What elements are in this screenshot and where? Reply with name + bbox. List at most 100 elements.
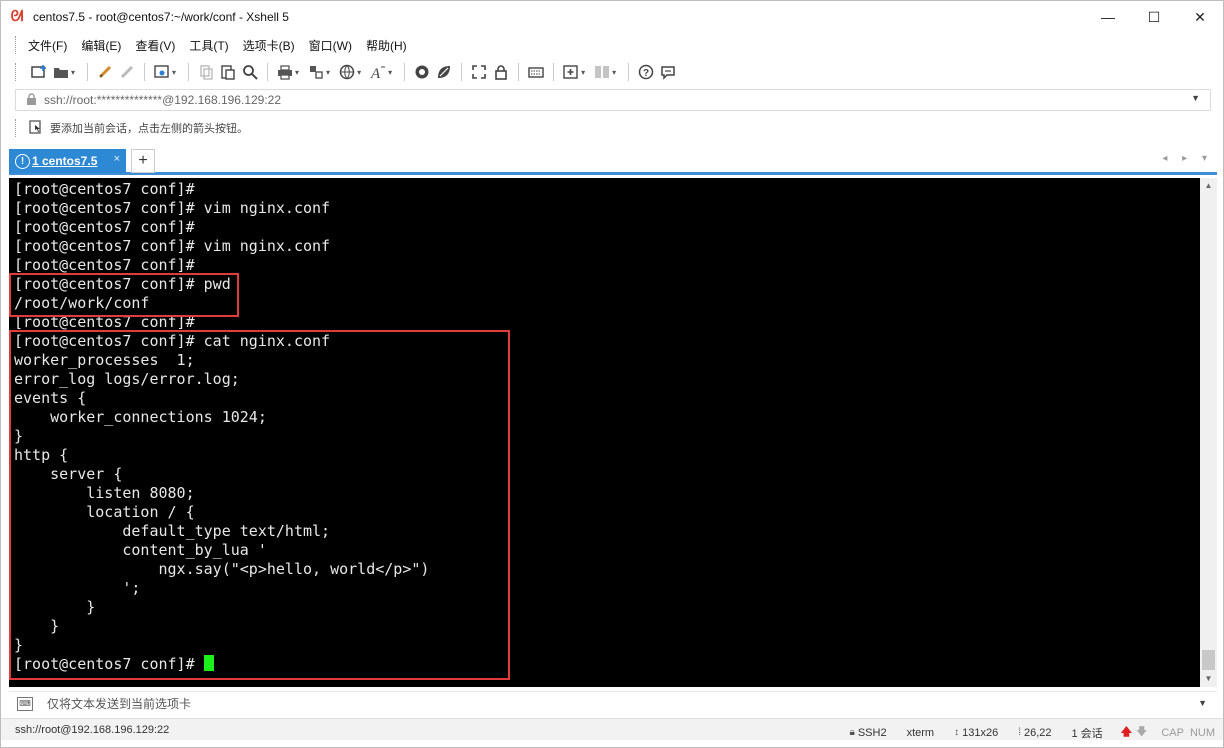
terminal-line-text: [root@centos7 conf]# bbox=[14, 256, 195, 274]
terminal-line-text: [root@centos7 conf]# vim nginx.conf bbox=[14, 199, 331, 217]
transfer-dropdown-icon[interactable]: ▾ bbox=[326, 68, 330, 77]
disconnect-icon[interactable] bbox=[118, 63, 136, 81]
lock-icon[interactable] bbox=[492, 63, 510, 81]
tab-close-icon[interactable]: × bbox=[114, 153, 120, 165]
open-dropdown-icon[interactable]: ▾ bbox=[71, 68, 75, 77]
menu-window[interactable]: 窗口(W) bbox=[309, 37, 352, 54]
keyboard-icon[interactable] bbox=[527, 63, 545, 81]
status-sessions: 1 会话 bbox=[1071, 727, 1103, 740]
tab-status-icon: ! bbox=[15, 153, 30, 169]
window-title: centos7.5 - root@centos7:~/work/conf - X… bbox=[33, 10, 289, 24]
tab-centos7-5[interactable]: ! 1 centos7.5 × bbox=[9, 149, 126, 173]
print-dropdown-icon[interactable]: ▾ bbox=[295, 68, 299, 77]
globe-dropdown-icon[interactable]: ▾ bbox=[357, 68, 361, 77]
tab-label: 1 centos7.5 bbox=[32, 154, 98, 168]
scroll-down-icon[interactable]: ▼ bbox=[1200, 671, 1217, 687]
add-session-arrow-icon[interactable] bbox=[28, 120, 44, 136]
highlight-pwd-box bbox=[9, 273, 239, 317]
cursor-position-icon: ⁞ bbox=[1018, 727, 1021, 738]
status-protocol-text: SSH2 bbox=[857, 726, 887, 739]
status-caps: CAP bbox=[1161, 726, 1184, 739]
print-icon[interactable] bbox=[276, 63, 294, 81]
toolbar-separator bbox=[188, 63, 190, 81]
status-protocol: 🔒︎ SSH2 bbox=[850, 727, 887, 739]
compose-bar[interactable]: ⌨ 仅将文本发送到当前选项卡 ▼ bbox=[9, 691, 1217, 715]
terminal-line-text: [root@centos7 conf]# bbox=[14, 218, 195, 236]
menu-tabs[interactable]: 选项卡(B) bbox=[243, 37, 295, 54]
globe-icon[interactable] bbox=[338, 63, 356, 81]
terminal-line-text: [root@centos7 conf]# bbox=[14, 180, 195, 198]
upload-arrow-icon: 🡅 bbox=[1120, 726, 1132, 738]
chat-icon[interactable] bbox=[659, 63, 677, 81]
tab-navigation-icons[interactable]: ◂ ▸ ▾ bbox=[1162, 153, 1213, 164]
new-tab-dropdown-icon[interactable]: ▾ bbox=[581, 68, 585, 77]
fullscreen-icon[interactable] bbox=[470, 63, 488, 81]
address-bar[interactable]: ssh://root:**************@192.168.196.12… bbox=[15, 89, 1211, 111]
address-dropdown-icon[interactable]: ▼ bbox=[1191, 93, 1200, 103]
tab-strip: ! 1 centos7.5 × + ◂ ▸ ▾ bbox=[9, 147, 1217, 175]
status-position: ⁞ 26,22 bbox=[1018, 727, 1051, 739]
layout-dropdown-icon[interactable]: ▾ bbox=[612, 68, 616, 77]
window-controls: — ☐ ✕ bbox=[1085, 1, 1223, 33]
terminal-scrollbar[interactable]: ▲ ▼ bbox=[1200, 178, 1217, 687]
menu-edit[interactable]: 编辑(E) bbox=[81, 37, 121, 54]
transfer-icon[interactable] bbox=[307, 63, 325, 81]
open-folder-icon[interactable] bbox=[52, 63, 70, 81]
address-text: ssh://root:**************@192.168.196.12… bbox=[44, 93, 282, 107]
new-tab-icon[interactable] bbox=[562, 63, 580, 81]
add-tab-button[interactable]: + bbox=[131, 149, 155, 173]
menubar-grip[interactable] bbox=[15, 36, 18, 54]
layout-icon[interactable] bbox=[593, 63, 611, 81]
toolbar-separator bbox=[404, 63, 406, 81]
menu-bar: 文件(F) 编辑(E) 查看(V) 工具(T) 选项卡(B) 窗口(W) 帮助(… bbox=[1, 33, 1223, 57]
find-icon[interactable] bbox=[241, 63, 259, 81]
toolbar-separator bbox=[628, 63, 630, 81]
address-lock-icon bbox=[24, 93, 38, 107]
toolbar-separator bbox=[87, 63, 89, 81]
hintbar-grip[interactable] bbox=[15, 119, 18, 137]
toolbar-separator bbox=[518, 63, 520, 81]
terminal-line: [root@centos7 conf]# bbox=[14, 218, 1200, 237]
font-icon[interactable]: A bbox=[369, 63, 387, 81]
status-size: ↕ 131x26 bbox=[954, 727, 998, 739]
minimize-button[interactable]: — bbox=[1085, 1, 1131, 33]
menu-help[interactable]: 帮助(H) bbox=[366, 37, 407, 54]
terminal-line: [root@centos7 conf]# bbox=[14, 180, 1200, 199]
menu-view[interactable]: 查看(V) bbox=[135, 37, 175, 54]
toolbar-separator bbox=[144, 63, 146, 81]
scrollbar-thumb[interactable] bbox=[1202, 650, 1215, 670]
reconnect-icon[interactable] bbox=[96, 63, 114, 81]
title-bar: ᘛ centos7.5 - root@centos7:~/work/conf -… bbox=[1, 1, 1223, 33]
toolbar-separator bbox=[553, 63, 555, 81]
status-position-text: 26,22 bbox=[1023, 726, 1052, 739]
status-size-text: 131x26 bbox=[962, 726, 999, 739]
compose-keyboard-icon[interactable]: ⌨ bbox=[17, 696, 33, 711]
toolbar-grip[interactable] bbox=[15, 63, 18, 81]
new-session-icon[interactable] bbox=[30, 63, 48, 81]
xagent-icon[interactable] bbox=[435, 63, 453, 81]
paste-icon[interactable] bbox=[219, 63, 237, 81]
properties-icon[interactable] bbox=[153, 63, 171, 81]
download-arrow-icon: 🡇 bbox=[1136, 726, 1148, 738]
status-bar: ssh://root@192.168.196.129:22 🔒︎ SSH2 xt… bbox=[1, 718, 1223, 740]
menu-tools[interactable]: 工具(T) bbox=[189, 37, 228, 54]
close-button[interactable]: ✕ bbox=[1177, 1, 1223, 33]
status-num: NUM bbox=[1189, 726, 1215, 739]
svg-text:A: A bbox=[370, 66, 381, 80]
status-right: 🔒︎ SSH2 xterm ↕ 131x26 ⁞ 26,22 1 会话 🡅 🡇 … bbox=[830, 723, 1215, 742]
properties-dropdown-icon[interactable]: ▾ bbox=[172, 68, 176, 77]
copy-icon[interactable] bbox=[197, 63, 215, 81]
session-hint-text: 要添加当前会话，点击左侧的箭头按钮。 bbox=[50, 123, 248, 135]
toolbar: ▾ ▾ ▾ ▾ ▾ A ▾ ▾ ▾ ? bbox=[1, 57, 1223, 87]
xftp-icon[interactable] bbox=[413, 63, 431, 81]
compose-input[interactable]: 仅将文本发送到当前选项卡 bbox=[47, 695, 191, 712]
menu-file[interactable]: 文件(F) bbox=[28, 37, 67, 54]
toolbar-separator bbox=[461, 63, 463, 81]
help-icon[interactable]: ? bbox=[637, 63, 655, 81]
xshell-app-icon[interactable]: ᘛ bbox=[9, 9, 25, 25]
font-dropdown-icon[interactable]: ▾ bbox=[388, 68, 392, 77]
compose-dropdown-icon[interactable]: ▼ bbox=[1198, 698, 1207, 708]
maximize-button[interactable]: ☐ bbox=[1131, 1, 1177, 33]
scroll-up-icon[interactable]: ▲ bbox=[1200, 178, 1217, 194]
xshell-window: ᘛ centos7.5 - root@centos7:~/work/conf -… bbox=[0, 0, 1224, 748]
